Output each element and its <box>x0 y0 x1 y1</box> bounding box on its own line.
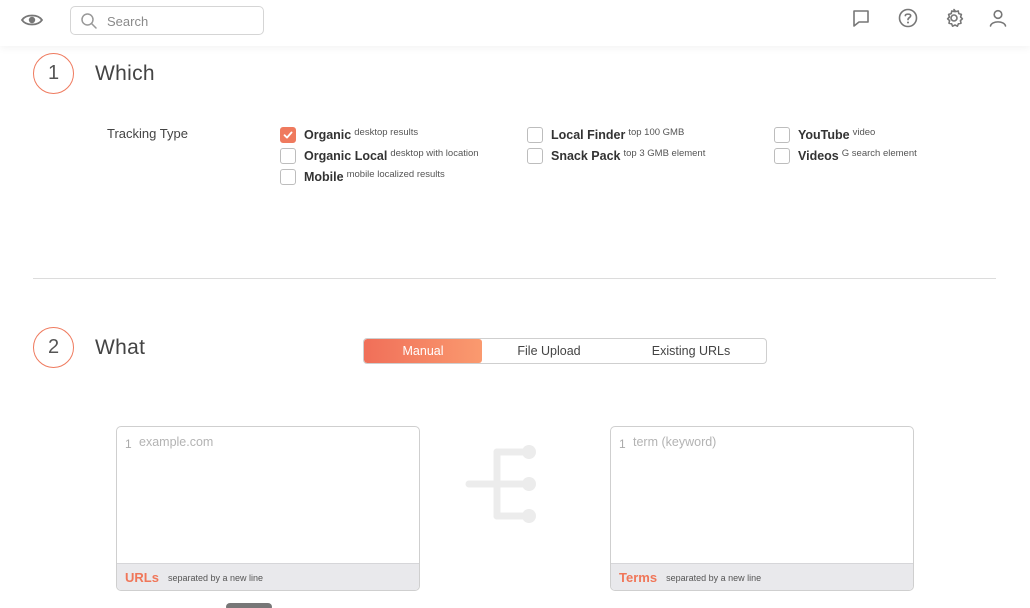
option-sub: desktop with location <box>390 147 479 159</box>
step-2-badge: 2 <box>33 327 74 368</box>
option-youtube[interactable]: YouTube video <box>774 127 875 143</box>
terms-footer-hint: separated by a new line <box>666 573 762 583</box>
option-sub: top 3 GMB element <box>623 147 706 159</box>
terms-box: 1 Terms separated by a new line <box>610 426 914 591</box>
step-1-badge: 1 <box>33 53 74 94</box>
step-1-title: Which <box>95 62 155 85</box>
option-sub: mobile localized results <box>346 168 445 180</box>
option-sub: video <box>852 126 876 138</box>
urls-footer-hint: separated by a new line <box>167 573 264 583</box>
feedback-icon[interactable] <box>850 7 872 29</box>
tab-file-upload[interactable]: File Upload <box>482 339 616 363</box>
urls-footer: URLs separated by a new line <box>117 563 419 590</box>
option-label: Snack Pack <box>551 149 621 163</box>
option-label: Videos <box>798 149 839 163</box>
option-snack-pack[interactable]: Snack Pack top 3 GMB element <box>527 148 705 164</box>
option-label: Organic <box>304 128 352 142</box>
toggle-switch[interactable] <box>226 603 272 608</box>
urls-box: 1 URLs separated by a new line <box>116 426 420 591</box>
option-sub: desktop results <box>354 126 419 138</box>
input-mode-tabs: Manual File Upload Existing URLs <box>363 338 767 364</box>
option-sub: top 100 GMB <box>628 126 685 138</box>
help-icon[interactable] <box>897 7 919 29</box>
step-2-number: 2 <box>47 336 60 358</box>
search-icon <box>81 13 97 29</box>
option-sub: G search element <box>841 147 917 159</box>
check-icon <box>283 131 293 139</box>
terms-textarea[interactable] <box>633 435 903 563</box>
option-label: Local Finder <box>551 128 626 142</box>
local-finder-checkbox[interactable] <box>527 127 543 143</box>
terms-footer: Terms separated by a new line <box>611 563 913 590</box>
step-1-number: 1 <box>47 62 60 84</box>
urls-textarea[interactable] <box>139 435 409 563</box>
option-label: YouTube <box>798 128 850 142</box>
search-box[interactable] <box>70 6 264 35</box>
option-label: Mobile <box>304 170 344 184</box>
top-bar <box>0 0 1030 46</box>
branch-icon <box>465 445 536 523</box>
user-icon[interactable] <box>987 7 1009 29</box>
line-number: 1 <box>619 437 626 451</box>
eye-icon[interactable] <box>20 10 44 30</box>
tab-manual[interactable]: Manual <box>364 339 482 363</box>
option-organic-local[interactable]: Organic Local desktop with location <box>280 148 479 164</box>
option-videos[interactable]: Videos G search element <box>774 148 917 164</box>
search-input[interactable] <box>107 11 257 31</box>
tab-existing-urls[interactable]: Existing URLs <box>616 339 766 363</box>
terms-footer-title: Terms <box>619 569 658 585</box>
section-divider <box>33 278 996 279</box>
line-number: 1 <box>125 437 132 451</box>
settings-icon[interactable] <box>943 7 965 29</box>
tracking-type-label: Tracking Type <box>107 126 188 141</box>
option-mobile[interactable]: Mobile mobile localized results <box>280 169 445 185</box>
videos-checkbox[interactable] <box>774 148 790 164</box>
urls-footer-title: URLs <box>125 569 159 585</box>
organic-checkbox[interactable] <box>280 127 296 143</box>
snack-pack-checkbox[interactable] <box>527 148 543 164</box>
step-2-title: What <box>95 336 146 359</box>
youtube-checkbox[interactable] <box>774 127 790 143</box>
organic-local-checkbox[interactable] <box>280 148 296 164</box>
option-label: Organic Local <box>304 149 388 163</box>
mobile-checkbox[interactable] <box>280 169 296 185</box>
option-organic[interactable]: Organic desktop results <box>280 127 418 143</box>
option-local-finder[interactable]: Local Finder top 100 GMB <box>527 127 684 143</box>
